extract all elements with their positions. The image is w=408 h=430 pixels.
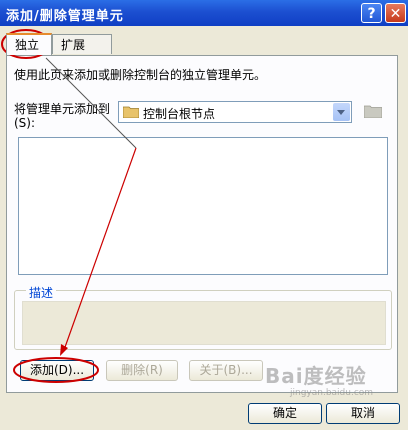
folder-icon — [123, 106, 139, 118]
description-title: 描述 — [26, 284, 57, 301]
tab-extensions[interactable]: 扩展 — [52, 34, 112, 54]
remove-button[interactable]: 删除(R) — [106, 360, 178, 381]
help-button[interactable]: ? — [361, 3, 382, 23]
add-to-label: 将管理单元添加到(S): — [14, 102, 111, 130]
watermark-url: jingyan.baidu.com — [290, 388, 374, 398]
ok-button[interactable]: 确定 — [248, 403, 322, 424]
tab-standalone[interactable]: 独立 — [6, 33, 52, 55]
about-button[interactable]: 关于(B)... — [189, 360, 263, 381]
intro-text: 使用此页来添加或删除控制台的独立管理单元。 — [14, 68, 267, 82]
chevron-down-icon[interactable] — [333, 103, 350, 121]
cancel-button[interactable]: 取消 — [326, 403, 400, 424]
snapin-list[interactable] — [18, 137, 388, 275]
window-title: 添加/删除管理单元 — [6, 9, 124, 24]
add-button[interactable]: 添加(D)... — [20, 360, 94, 381]
description-box — [22, 301, 386, 345]
add-remove-snapin-dialog: 添加/删除管理单元 ? ✕ 独立 扩展 使用此页来添加或删除控制台的独立管理单元… — [0, 0, 408, 430]
close-button[interactable]: ✕ — [385, 3, 406, 23]
watermark-logo: Bai度经验 — [265, 364, 367, 388]
title-bar[interactable]: 添加/删除管理单元 ? ✕ — [0, 0, 408, 26]
up-one-level-icon[interactable] — [364, 104, 382, 118]
snapin-location-combobox[interactable]: 控制台根节点 — [118, 101, 352, 123]
snapin-location-value: 控制台根节点 — [143, 107, 216, 121]
